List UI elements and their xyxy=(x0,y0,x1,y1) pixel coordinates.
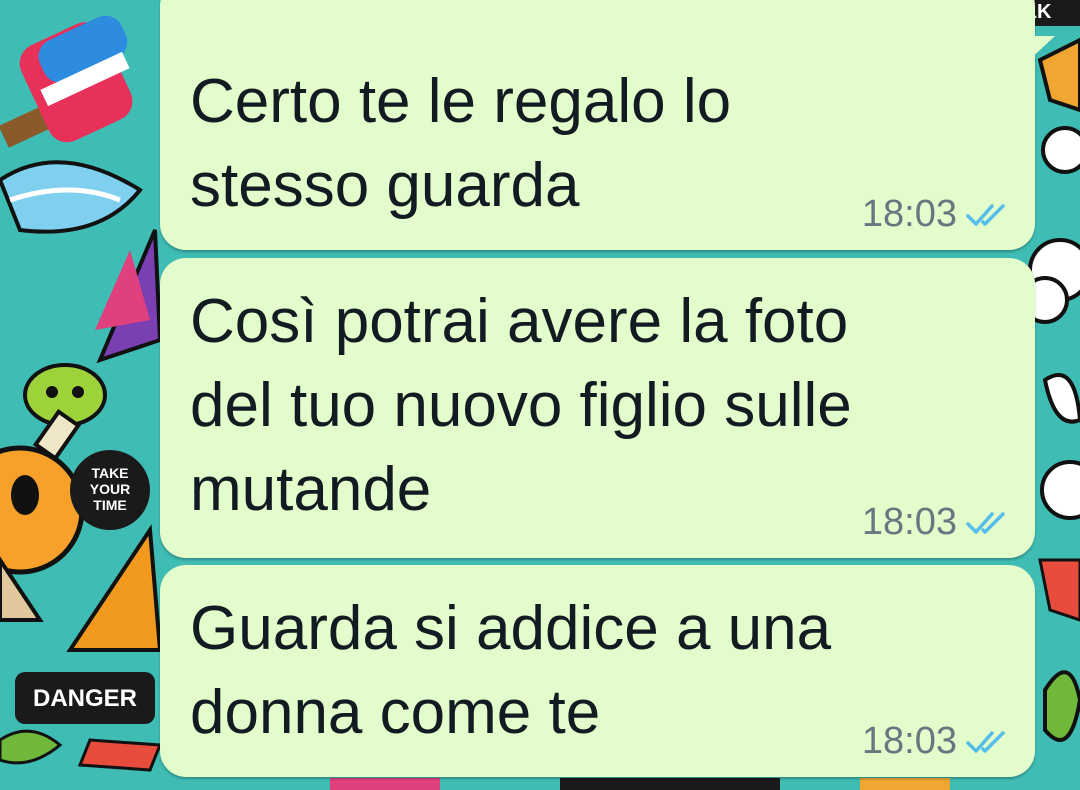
danger-label: DANGER xyxy=(33,685,137,712)
message-bubble-outgoing[interactable]: Guarda si addice a una donna come te 18:… xyxy=(160,565,1035,777)
bottom-pink-sticker xyxy=(330,778,440,790)
right-circle-sticker xyxy=(1041,126,1080,174)
bottom-strip-sticker xyxy=(560,778,780,790)
bottom-orange-sticker xyxy=(860,778,950,790)
your-label: YOUR xyxy=(90,481,130,497)
take-your-time-sticker: TAKE YOUR TIME xyxy=(70,450,150,530)
time-label: TIME xyxy=(93,497,126,513)
message-timestamp: 18:03 xyxy=(861,501,957,543)
take-label: TAKE xyxy=(91,465,128,481)
message-meta: 18:03 xyxy=(862,720,1007,763)
message-bubble-outgoing[interactable]: Così potrai avere la foto del tuo nuovo … xyxy=(160,258,1035,558)
message-meta: 18:03 xyxy=(862,193,1007,236)
danger-sticker: DANGER xyxy=(15,672,155,724)
message-timestamp: 18:03 xyxy=(861,720,957,762)
double-check-read-icon xyxy=(966,203,1005,226)
bubble-tail xyxy=(1027,36,1055,62)
message-timestamp: 18:03 xyxy=(861,193,957,235)
double-check-read-icon xyxy=(966,730,1005,753)
feather-sticker xyxy=(77,738,163,772)
message-meta: 18:03 xyxy=(862,501,1007,544)
message-text: Così potrai avere la foto del tuo nuovo … xyxy=(190,287,852,524)
double-check-read-icon xyxy=(966,511,1005,534)
message-bubble-outgoing[interactable]: Certo te le regalo lo stesso guarda 18:0… xyxy=(160,0,1055,250)
right-face-sticker xyxy=(1040,460,1080,520)
